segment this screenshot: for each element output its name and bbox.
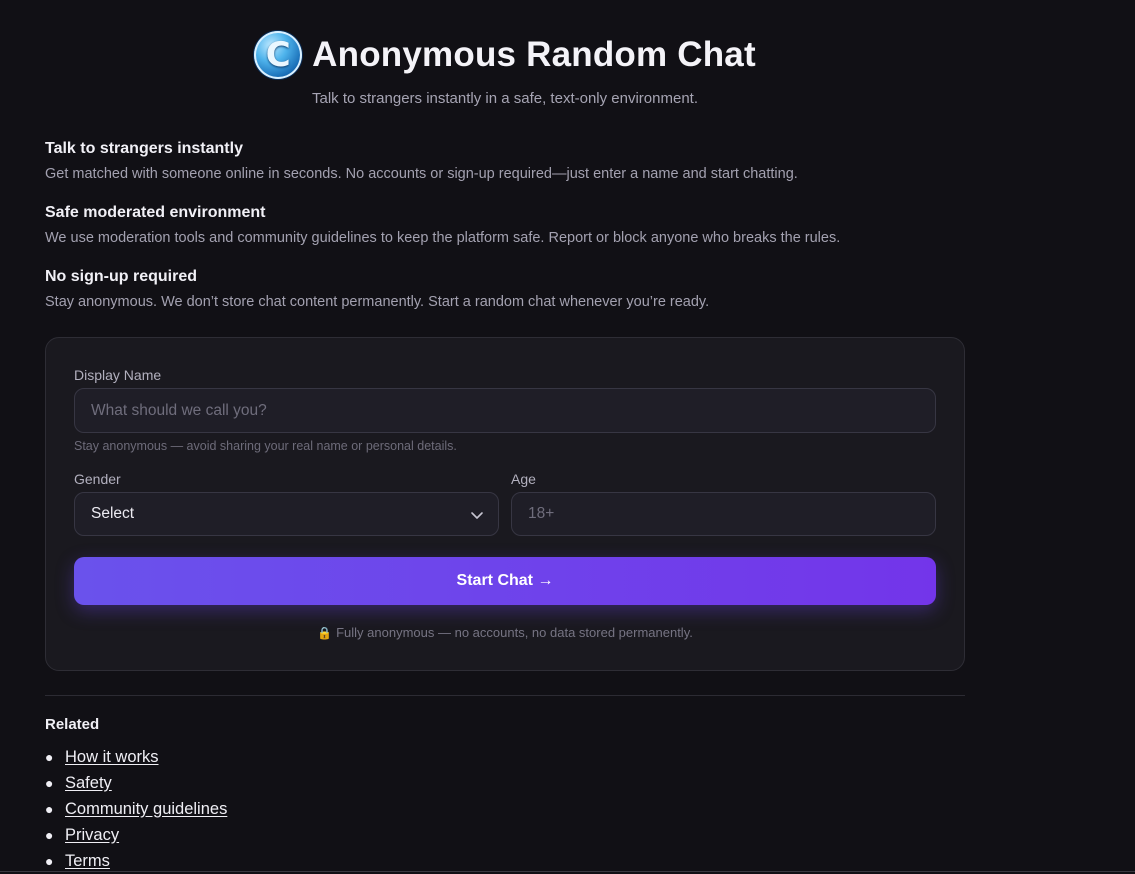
display-name-hint: Stay anonymous — avoid sharing your real… — [74, 439, 457, 453]
bullet-icon: ● — [45, 853, 54, 869]
feature-item: Safe moderated environment We use modera… — [45, 203, 965, 267]
title-row: C Anonymous Random Chat — [45, 30, 965, 80]
chevron-down-icon — [471, 512, 483, 519]
page-subtitle: Talk to strangers instantly in a safe, t… — [311, 90, 698, 107]
feature-description: Get matched with someone online in secon… — [45, 166, 798, 182]
age-input[interactable]: 18+ — [511, 492, 936, 536]
list-item: ● Privacy — [45, 822, 227, 848]
start-chat-form: Display Name What should we call you? St… — [45, 337, 965, 671]
list-item: ● Safety — [45, 770, 227, 796]
feature-title: Safe moderated environment — [45, 204, 266, 221]
feature-title: No sign-up required — [45, 268, 197, 285]
feature-item: No sign-up required Stay anonymous. We d… — [45, 267, 965, 331]
feature-title: Talk to strangers instantly — [45, 140, 243, 157]
bullet-icon: ● — [45, 827, 54, 843]
bullet-icon: ● — [45, 749, 54, 765]
display-name-label: Display Name — [74, 367, 162, 383]
link-how-it-works[interactable]: How it works — [65, 748, 159, 767]
gender-label: Gender — [74, 471, 121, 487]
privacy-note-text: Fully anonymous — no accounts, no data s… — [336, 625, 693, 640]
link-terms[interactable]: Terms — [65, 852, 110, 871]
link-community-guidelines[interactable]: Community guidelines — [65, 800, 227, 819]
page: C Anonymous Random Chat Talk to stranger… — [0, 0, 1135, 874]
features-section: Talk to strangers instantly Get matched … — [45, 139, 965, 331]
start-chat-button[interactable]: Start Chat → — [74, 557, 936, 605]
link-safety[interactable]: Safety — [65, 774, 112, 793]
privacy-note: 🔒 Fully anonymous — no accounts, no data … — [46, 625, 964, 640]
related-heading: Related — [45, 716, 100, 733]
feature-description: Stay anonymous. We don’t store chat cont… — [45, 294, 710, 310]
gender-selected-value: Select — [91, 505, 135, 522]
feature-item: Talk to strangers instantly Get matched … — [45, 139, 965, 203]
lock-icon: 🔒 — [317, 626, 333, 640]
page-title: Anonymous Random Chat — [312, 35, 756, 74]
section-divider — [45, 695, 965, 696]
link-privacy[interactable]: Privacy — [65, 826, 119, 845]
bullet-icon: ● — [45, 775, 54, 791]
feature-description: We use moderation tools and community gu… — [45, 230, 841, 246]
display-name-input[interactable]: What should we call you? — [74, 388, 936, 433]
age-label: Age — [511, 471, 536, 487]
gender-select[interactable]: Select — [74, 492, 499, 536]
related-links-list: ● How it works ● Safety ● Community guideli… — [45, 744, 227, 874]
header: C Anonymous Random Chat Talk to stranger… — [45, 30, 965, 107]
viewport-bottom-edge — [0, 871, 1135, 872]
list-item: ● How it works — [45, 744, 227, 770]
bullet-icon: ● — [45, 801, 54, 817]
logo-icon: C — [254, 31, 303, 79]
list-item: ● Community guidelines — [45, 796, 227, 822]
